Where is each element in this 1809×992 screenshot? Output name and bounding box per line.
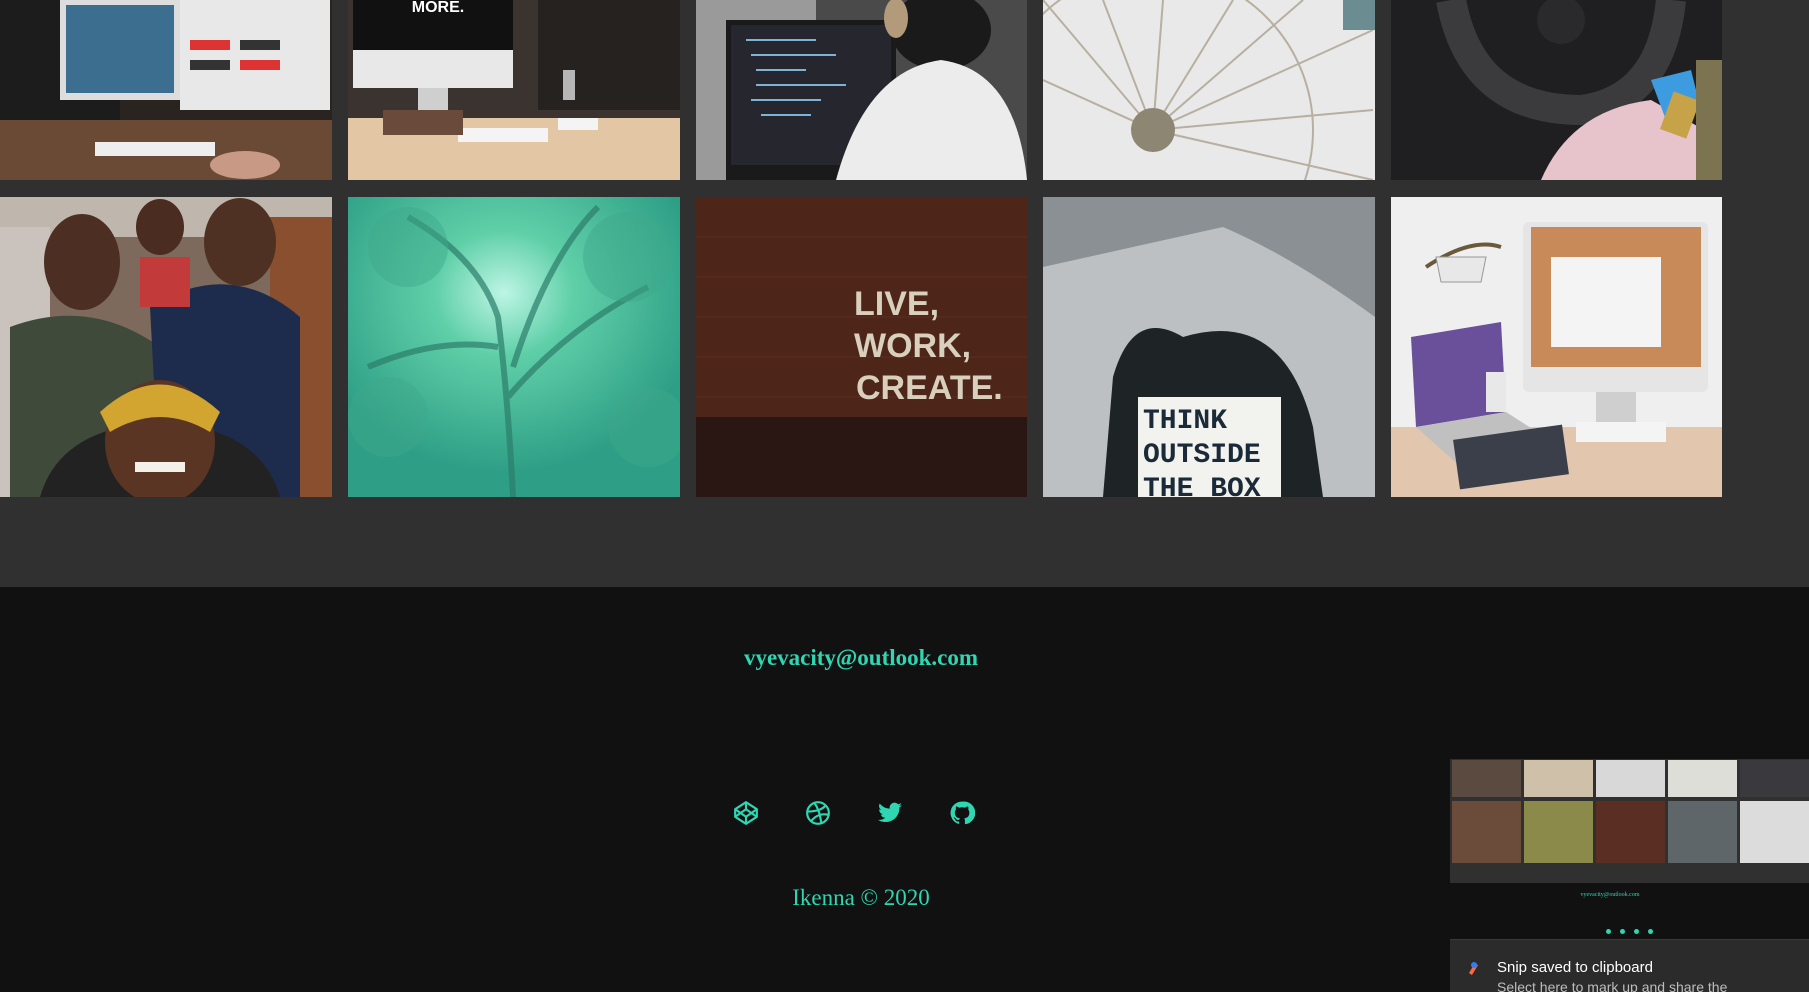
- codepen-icon[interactable]: [733, 800, 759, 826]
- snip-preview-dot: [1606, 929, 1611, 934]
- lightbox-text-line-1: THINK: [1143, 406, 1227, 437]
- snip-saved-notification[interactable]: Snip saved to clipboard Select here to m…: [1450, 939, 1809, 992]
- wall-text-line-1: LIVE,: [854, 285, 939, 323]
- snip-preview-social-icons: [1606, 929, 1653, 934]
- photo-imac-do-more[interactable]: MORE.: [348, 0, 680, 180]
- snip-preview-tile: [1524, 760, 1593, 797]
- photo-think-outside-the-box[interactable]: THINK OUTSIDE THE BOX: [1043, 197, 1375, 497]
- notification-title: Snip saved to clipboard: [1497, 959, 1653, 976]
- snip-preview-dot: [1648, 929, 1653, 934]
- contact-email-link[interactable]: vyevacity@outlook.com: [0, 645, 1722, 671]
- photo-car-steering-wheel[interactable]: [1391, 0, 1722, 180]
- photo-imac-laptop-desk[interactable]: [1391, 197, 1722, 497]
- dribbble-icon[interactable]: [805, 800, 831, 826]
- twitter-icon[interactable]: [877, 800, 903, 826]
- photo-dual-monitor-coding[interactable]: [0, 0, 332, 180]
- portfolio-page: MORE. LIVE, WORK, CREATE. THINK OUTSIDE …: [0, 0, 1809, 992]
- snip-preview-dot: [1620, 929, 1625, 934]
- lightbox-text-line-2: OUTSIDE: [1143, 440, 1261, 471]
- photo-ferris-wheel[interactable]: [1043, 0, 1375, 180]
- wall-text-line-2: WORK,: [854, 327, 971, 365]
- github-icon[interactable]: [949, 800, 975, 826]
- photo-green-tree[interactable]: [348, 197, 680, 497]
- social-links: [733, 800, 975, 826]
- snip-preview-tile: [1740, 760, 1809, 797]
- snip-preview-dot: [1634, 929, 1639, 934]
- lightbox-text-line-3: THE BOX: [1143, 474, 1261, 497]
- snip-preview-gallery: [1450, 759, 1809, 883]
- snip-preview-tile: [1524, 801, 1593, 863]
- photo-live-work-create-wall[interactable]: LIVE, WORK, CREATE.: [696, 197, 1027, 497]
- snip-preview-tile: [1452, 760, 1521, 797]
- photo-developer-headphones[interactable]: [696, 0, 1027, 180]
- snip-preview-email: vyevacity@outlook.com: [1580, 892, 1640, 898]
- snip-preview-tile: [1668, 760, 1737, 797]
- snip-preview-tile: [1668, 801, 1737, 863]
- photo-group-selfie[interactable]: [0, 197, 332, 497]
- snip-preview-thumbnail[interactable]: vyevacity@outlook.com: [1450, 759, 1809, 939]
- wall-text-line-3: CREATE.: [856, 369, 1003, 407]
- snip-preview-tile: [1452, 801, 1521, 863]
- snip-preview-tile: [1596, 760, 1665, 797]
- snip-sketch-icon: [1469, 962, 1478, 975]
- snip-preview-tile: [1596, 801, 1665, 863]
- image-gallery: MORE. LIVE, WORK, CREATE. THINK OUTSIDE …: [0, 0, 1809, 587]
- notification-subtitle: Select here to mark up and share the: [1497, 979, 1728, 992]
- imac-screen-text: MORE.: [412, 0, 464, 16]
- snip-preview-tile: [1740, 801, 1809, 863]
